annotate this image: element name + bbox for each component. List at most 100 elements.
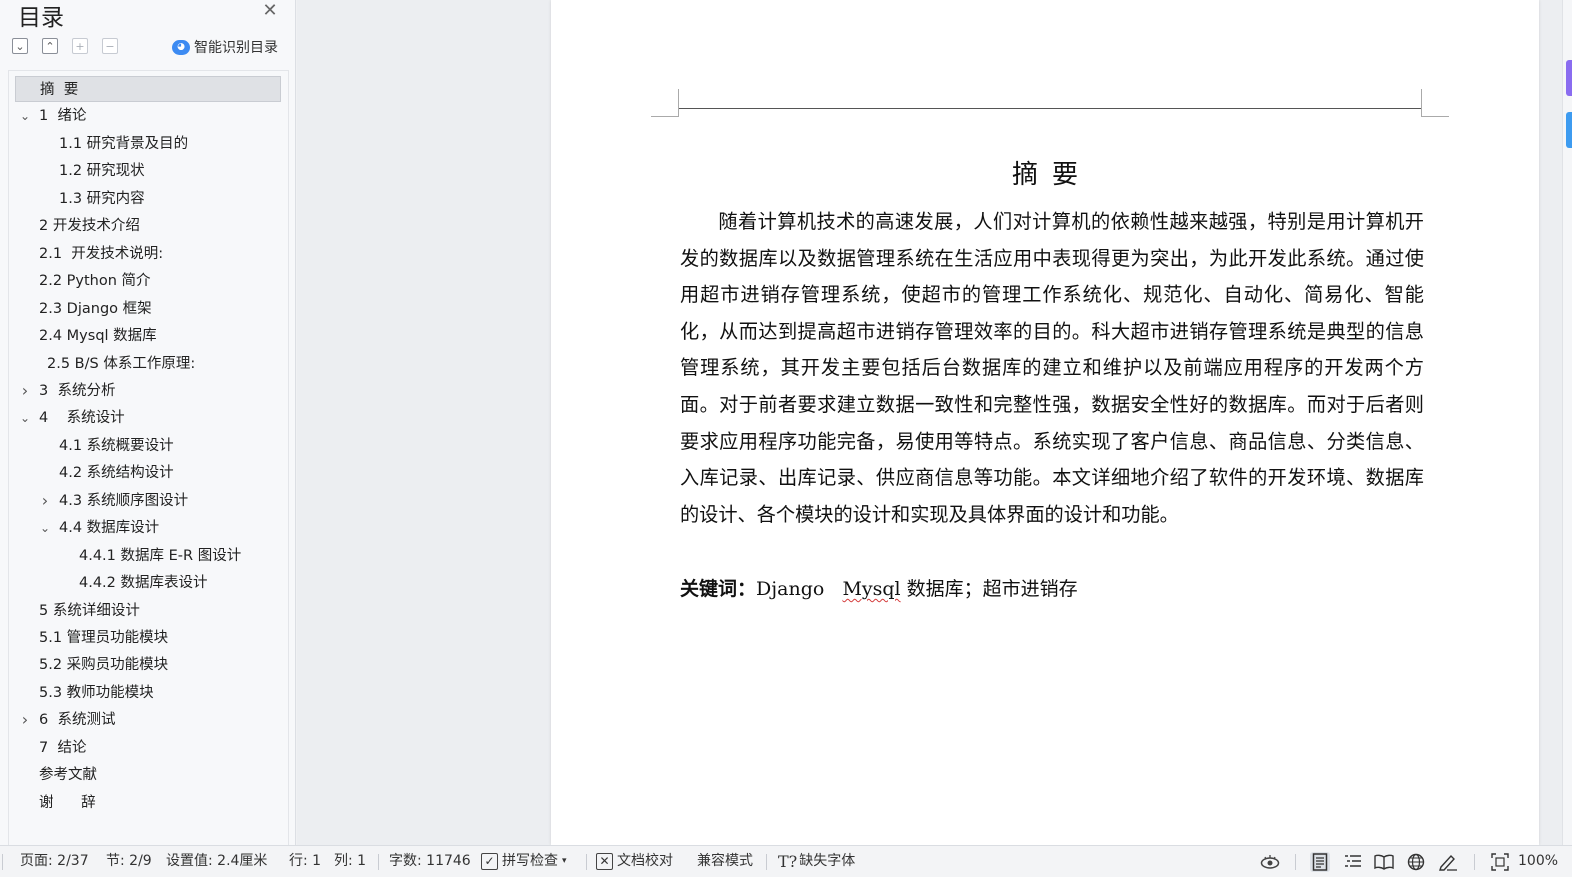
toc-item[interactable]: 4.4.2 数据库表设计 <box>15 570 281 596</box>
header-line <box>679 108 1421 109</box>
toc-item[interactable]: 2.5 B/S 体系工作原理: <box>15 351 281 377</box>
margin-corner-left <box>651 89 679 117</box>
close-icon[interactable]: ✕ <box>262 2 278 20</box>
toc-item[interactable]: 1.2 研究现状 <box>15 158 281 184</box>
proofread-button[interactable]: ✕ 文档校对 <box>596 846 673 877</box>
zoom-level[interactable]: 100% <box>1518 846 1558 877</box>
setting-indicator[interactable]: 设置值: 2.4厘米 <box>166 846 267 877</box>
toc-item[interactable]: 4.2 系统结构设计 <box>15 460 281 486</box>
eye-protection-icon[interactable] <box>1260 852 1280 872</box>
toc-item[interactable]: 2.1 开发技术说明: <box>15 241 281 267</box>
toc-item-label: 2.4 Mysql 数据库 <box>39 328 157 345</box>
toc-item[interactable]: 5.1 管理员功能模块 <box>15 625 281 651</box>
toc-title: 目录 <box>18 5 64 31</box>
toc-item-label: 2.2 Python 简介 <box>39 273 151 290</box>
side-tab-blue[interactable] <box>1566 112 1572 148</box>
side-tab-purple[interactable] <box>1566 60 1572 96</box>
chevron-down-icon[interactable]: ⌄ <box>38 515 52 541</box>
toc-item-label: 2.3 Django 框架 <box>39 300 152 317</box>
toc-item[interactable]: 谢 辞 <box>15 790 281 816</box>
toc-item[interactable]: › 4.3 系统顺序图设计 <box>15 488 281 514</box>
chevron-down-icon[interactable]: ⌄ <box>18 405 32 431</box>
document-page[interactable]: 摘要 随着计算机技术的高速发展，人们对计算机的依赖性越来越强，特别是用计算机开发… <box>551 0 1539 845</box>
pen-icon[interactable] <box>1438 852 1458 872</box>
toc-item-label: 4.2 系统结构设计 <box>59 465 174 482</box>
add-level-icon[interactable]: + <box>72 38 88 54</box>
chevron-right-icon[interactable]: › <box>18 707 32 733</box>
abstract-body[interactable]: 随着计算机技术的高速发展，人们对计算机的依赖性越来越强，特别是用计算机开发的数据… <box>680 204 1424 533</box>
toc-item[interactable]: 摘 要 <box>15 76 281 102</box>
abstract-heading: 摘要 <box>1011 160 1092 190</box>
toc-item[interactable]: ⌄ 4.4 数据库设计 <box>15 515 281 541</box>
word-count[interactable]: 字数: 11746 <box>389 846 471 877</box>
caret-down-icon: ▾ <box>562 856 567 866</box>
expand-all-icon[interactable]: ⌄ <box>12 38 28 54</box>
toc-item[interactable]: 5.2 采购员功能模块 <box>15 652 281 678</box>
toc-item-label: 3 系统分析 <box>39 382 116 399</box>
keywords-line[interactable]: 关键词：Django Mysql 数据库；超市进销存 <box>680 574 1078 601</box>
toc-item[interactable]: 4.1 系统概要设计 <box>15 433 281 459</box>
proofread-icon: ✕ <box>596 853 613 870</box>
toc-item-label: 1.2 研究现状 <box>59 163 145 180</box>
row-indicator[interactable]: 行: 1 <box>289 846 321 877</box>
smart-toc-button[interactable]: ◕ 智能识别目录 <box>172 37 278 57</box>
page-view-icon[interactable] <box>1310 852 1330 872</box>
toc-item[interactable]: 2 开发技术介绍 <box>15 213 281 239</box>
spell-check-button[interactable]: ✓ 拼写检查 ▾ <box>481 846 567 877</box>
toc-item-label: 5.3 教师功能模块 <box>39 684 154 701</box>
toc-item[interactable]: ⌄ 1 绪论 <box>15 103 281 129</box>
toc-list[interactable]: 摘 要 ⌄ 1 绪论 1.1 研究背景及目的 1.2 研究现状 1.3 研究内容 2 开发技… <box>8 70 289 845</box>
chevron-down-icon[interactable]: ⌄ <box>18 103 32 129</box>
toc-item[interactable]: › 3 系统分析 <box>15 378 281 404</box>
toc-item-label: 5.1 管理员功能模块 <box>39 630 169 646</box>
compat-mode[interactable]: 兼容模式 <box>697 846 753 877</box>
toc-item-label: 7 结论 <box>39 739 87 756</box>
proofread-label: 文档校对 <box>617 853 673 869</box>
checkbox-icon: ✓ <box>481 853 498 870</box>
chevron-right-icon[interactable]: › <box>38 488 52 514</box>
toc-item[interactable]: 1.1 研究背景及目的 <box>15 131 281 157</box>
fit-page-icon[interactable] <box>1490 852 1510 872</box>
outline-view-icon[interactable] <box>1343 852 1363 872</box>
toc-item-label: 4.4 数据库设计 <box>59 520 160 537</box>
toc-panel: 目录 ✕ ⌄ ⌃ + − ◕ 智能识别目录 摘 要 ⌄ 1 绪论 1.1 研究背景及目… <box>0 0 296 845</box>
status-divider <box>766 854 767 870</box>
toc-item[interactable]: ⌄ 4 系统设计 <box>15 405 281 431</box>
font-missing-icon: T? <box>778 852 798 871</box>
collapse-all-icon[interactable]: ⌃ <box>42 38 58 54</box>
toc-item[interactable]: 7 结论 <box>15 735 281 761</box>
toc-item[interactable]: 1.3 研究内容 <box>15 186 281 212</box>
section-indicator[interactable]: 节: 2/9 <box>106 846 152 877</box>
toc-item-label: 4.3 系统顺序图设计 <box>59 492 189 509</box>
toc-item-label: 1 绪论 <box>39 108 87 125</box>
toc-item[interactable]: 参考文献 <box>15 762 281 788</box>
keywords-misspelled: Mysql <box>842 578 901 600</box>
keywords-label: 关键词： <box>680 578 757 600</box>
toc-item[interactable]: 2.3 Django 框架 <box>15 296 281 322</box>
toc-item[interactable]: 2.4 Mysql 数据库 <box>15 323 281 349</box>
status-divider <box>1474 854 1475 870</box>
document-area[interactable]: 摘要 随着计算机技术的高速发展，人们对计算机的依赖性越来越强，特别是用计算机开发… <box>297 0 1562 845</box>
toc-item-label: 2 开发技术介绍 <box>39 218 140 235</box>
toc-item-label: 摘 要 <box>40 82 79 98</box>
reading-mode-icon[interactable] <box>1374 852 1394 872</box>
toc-toolbar: ⌄ ⌃ + − <box>12 38 118 56</box>
toc-item[interactable]: 4.4.1 数据库 E-R 图设计 <box>15 543 281 569</box>
web-view-icon[interactable] <box>1406 852 1426 872</box>
column-indicator[interactable]: 列: 1 <box>334 846 366 877</box>
chevron-right-icon[interactable]: › <box>18 378 32 404</box>
page-indicator[interactable]: 页面: 2/37 <box>20 846 89 877</box>
toc-item[interactable]: › 6 系统测试 <box>15 707 281 733</box>
spell-check-label: 拼写检查 <box>502 853 558 869</box>
toc-item-label: 2.1 开发技术说明: <box>39 245 164 262</box>
missing-font-button[interactable]: T? 缺失字体 <box>778 846 855 877</box>
toc-item[interactable]: 5.3 教师功能模块 <box>15 680 281 706</box>
toc-item-label: 1.1 研究背景及目的 <box>59 135 189 152</box>
toc-item-label: 4.1 系统概要设计 <box>59 437 174 454</box>
toc-item-label: 参考文献 <box>39 767 97 784</box>
status-divider <box>586 854 587 870</box>
toc-item[interactable]: 5 系统详细设计 <box>15 598 281 624</box>
toc-item[interactable]: 2.2 Python 简介 <box>15 268 281 294</box>
remove-level-icon[interactable]: − <box>102 38 118 54</box>
missing-font-label: 缺失字体 <box>799 853 856 869</box>
